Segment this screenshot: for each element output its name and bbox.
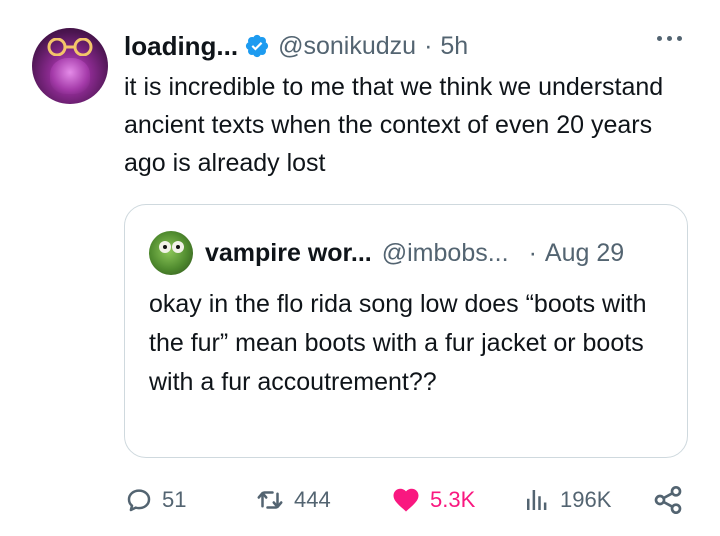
share-button[interactable] xyxy=(652,478,684,522)
share-icon xyxy=(654,486,682,514)
views-icon xyxy=(527,490,547,510)
repost-button[interactable]: 444 xyxy=(254,478,331,522)
reply-icon xyxy=(127,489,151,512)
more-dot xyxy=(667,36,672,41)
reply-count: 51 xyxy=(162,487,187,512)
like-count: 5.3K xyxy=(430,487,476,512)
views-button[interactable]: 196K xyxy=(522,478,611,522)
verified-badge-icon[interactable] xyxy=(244,33,270,59)
avatar-eye xyxy=(159,241,171,253)
sunglasses-icon xyxy=(47,38,93,56)
quoted-timestamp: Aug 29 xyxy=(544,238,625,267)
views-count: 196K xyxy=(560,487,612,512)
avatar-face xyxy=(50,58,90,94)
quoted-tweet-text: okay in the flo rida song low does “boot… xyxy=(149,290,647,396)
tweet-text: it is incredible to me that we think we … xyxy=(124,73,664,177)
quoted-tweet-header: vampire wor... @imbobs... · Aug 29 xyxy=(205,233,624,273)
like-button[interactable]: 5.3K xyxy=(390,478,475,522)
repost-icon xyxy=(257,491,283,509)
author-handle[interactable]: @sonikudzu xyxy=(278,32,416,61)
author-display-name[interactable]: loading... xyxy=(124,31,238,62)
heart-icon xyxy=(393,488,419,512)
quoted-tweet-card[interactable]: vampire wor... @imbobs... · Aug 29 okay … xyxy=(124,204,688,458)
quoted-author-avatar xyxy=(149,231,193,275)
more-dot xyxy=(677,36,682,41)
tweet-action-bar: 51 444 5.3K 196K xyxy=(0,478,720,522)
quoted-handle: @imbobs... xyxy=(381,238,509,267)
more-dots-icon[interactable] xyxy=(657,36,682,41)
quoted-separator: · xyxy=(528,238,537,267)
tweet-timestamp[interactable]: 5h xyxy=(440,32,468,61)
tweet-header: loading... @sonikudzu · 5h xyxy=(124,28,468,64)
author-avatar[interactable] xyxy=(32,28,108,104)
repost-count: 444 xyxy=(294,487,331,512)
more-dot xyxy=(657,36,662,41)
reply-button[interactable]: 51 xyxy=(124,478,186,522)
avatar-eye xyxy=(172,241,184,253)
header-separator: · xyxy=(424,31,433,60)
quoted-display-name: vampire wor... xyxy=(205,238,372,267)
